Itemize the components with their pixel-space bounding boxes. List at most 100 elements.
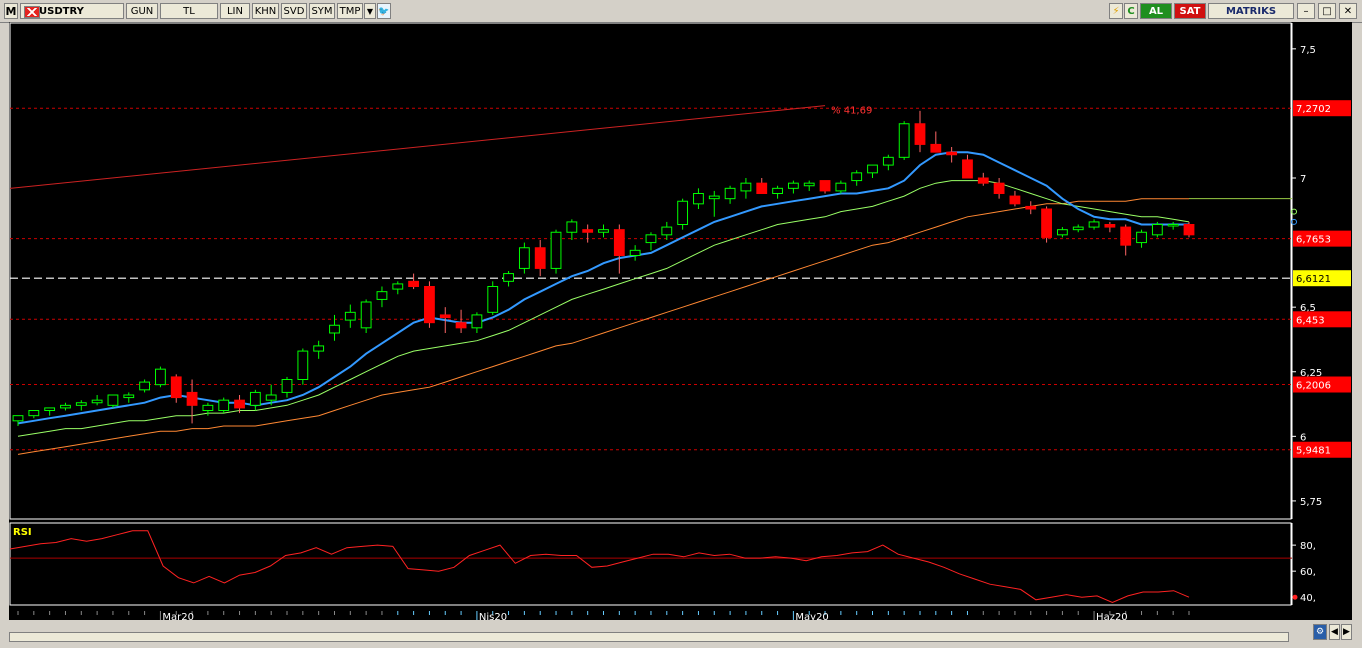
x-tick-label: May20 (795, 612, 828, 620)
candle-body-up (803, 182, 815, 187)
candle-body-up (344, 311, 356, 321)
candle-body-down (424, 286, 435, 324)
candle-body-up (265, 394, 277, 401)
minimize-icon[interactable]: – (1297, 3, 1315, 19)
candle-body-up (629, 249, 641, 256)
candle-body-up (898, 123, 910, 158)
candle-body-up (693, 193, 704, 205)
lightning-icon[interactable]: ⚡ (1109, 3, 1123, 19)
y-tick-label: 7 (1300, 174, 1306, 185)
y-tick-label: 7,5 (1300, 45, 1316, 56)
candle-body-down (1183, 224, 1195, 236)
candle-body-down (1104, 224, 1116, 228)
candle-body-down (613, 229, 625, 257)
period-button[interactable]: GUN (126, 3, 158, 19)
refresh-icon[interactable]: C (1124, 3, 1138, 19)
candle-body-up (12, 415, 24, 422)
candle-body-up (645, 234, 657, 244)
candle-body-down (1041, 208, 1052, 238)
y-tick-label: 5,75 (1300, 497, 1322, 508)
candle-body-up (487, 286, 499, 313)
candle-body-down (1025, 205, 1037, 210)
settings-icon[interactable]: ⚙ (1313, 624, 1327, 640)
svd-button[interactable]: SVD (281, 3, 307, 19)
candle-body-down (170, 376, 182, 399)
candle-body-up (107, 394, 119, 406)
maximize-icon[interactable]: □ (1318, 3, 1336, 19)
candle-body-up (566, 221, 578, 233)
candle-body-up (598, 229, 609, 233)
candle-body-up (139, 381, 151, 391)
menu-button[interactable]: M (4, 3, 18, 19)
linear-button[interactable]: LIN (220, 3, 250, 19)
level-price-label: 6,2006 (1296, 381, 1331, 392)
candle-body-down (455, 322, 467, 329)
currency-button[interactable]: TL (160, 3, 218, 19)
candle-body-up (297, 350, 309, 381)
x-tick-label: Nis20 (479, 612, 507, 620)
symbol-selector[interactable]: USDTRY (20, 3, 124, 19)
candle-body-up (708, 195, 720, 200)
candle-body-up (75, 402, 87, 406)
rsi-tick-label: 60, (1300, 567, 1316, 578)
horizontal-scrollbar[interactable] (9, 632, 1289, 642)
candle-body-up (155, 368, 166, 386)
toolbar: M USDTRY GUN TL LIN KHN SVD SYM TMP ▼ 🐦 … (0, 0, 1362, 23)
candle-body-up (60, 404, 71, 409)
candle-body-up (360, 301, 372, 329)
candle-body-up (518, 247, 530, 269)
rsi-tick-label: 40, (1300, 593, 1316, 604)
chart-svg: 7,576,56,2565,757,27026,76536,4536,20065… (9, 22, 1351, 623)
rsi-panel: RSI 80, 60, 40, (9, 522, 1316, 606)
symbol-label: USDTRY (39, 6, 84, 17)
candle-body-down (582, 229, 594, 233)
candle-body-up (329, 324, 340, 334)
template-button[interactable]: TMP (337, 3, 363, 19)
candle-body-up (550, 231, 562, 269)
candle-body-down (408, 280, 420, 288)
close-icon[interactable]: ✕ (1339, 3, 1357, 19)
rsi-tick-label: 80, (1300, 541, 1316, 552)
candle-body-up (202, 404, 214, 412)
candle-body-up (313, 345, 325, 352)
candle-body-down (993, 182, 1005, 195)
level-price-label: 5,9481 (1296, 446, 1331, 457)
current-price-label: 6,6121 (1296, 274, 1331, 285)
candle-body-up (1151, 224, 1163, 236)
price-panel: 7,576,56,2565,757,27026,76536,4536,20065… (9, 22, 1351, 520)
sym-button[interactable]: SYM (309, 3, 335, 19)
rsi-title: RSI (13, 527, 32, 538)
candle-body-up (1167, 224, 1179, 227)
ma-fast-line (17, 151, 1189, 425)
candle-body-up (218, 399, 230, 411)
candle-body-down (962, 159, 973, 179)
candle-body-up (661, 226, 673, 236)
price-plot-border (9, 22, 1292, 520)
level-price-label: 6,7653 (1296, 235, 1331, 246)
candle-body-up (835, 182, 847, 192)
rsi-last-marker (1292, 594, 1298, 600)
candle-body-up (471, 314, 483, 329)
candle-body-down (977, 177, 989, 184)
x-tick-label: Haz20 (1096, 612, 1128, 620)
scroll-left-icon[interactable]: ◀ (1329, 624, 1340, 640)
candle-body-down (234, 399, 245, 409)
candle-body-down (930, 143, 942, 153)
twitter-icon[interactable]: 🐦 (377, 3, 391, 19)
candle-body-up (1056, 229, 1068, 236)
sell-button[interactable]: SAT (1174, 3, 1206, 19)
candle-body-up (249, 391, 261, 406)
khn-button[interactable]: KHN (252, 3, 279, 19)
candle-body-up (376, 291, 388, 300)
candle-body-up (281, 379, 293, 393)
chevron-down-icon[interactable]: ▼ (364, 3, 376, 19)
buy-button[interactable]: AL (1140, 3, 1172, 19)
candle-body-up (740, 182, 752, 192)
candle-body-up (787, 182, 799, 189)
candle-body-up (503, 273, 514, 282)
candle-body-up (1088, 221, 1100, 228)
candle-body-up (724, 187, 736, 200)
candle-body-up (392, 283, 404, 290)
candle-body-down (1120, 226, 1132, 246)
scroll-right-icon[interactable]: ▶ (1341, 624, 1352, 640)
